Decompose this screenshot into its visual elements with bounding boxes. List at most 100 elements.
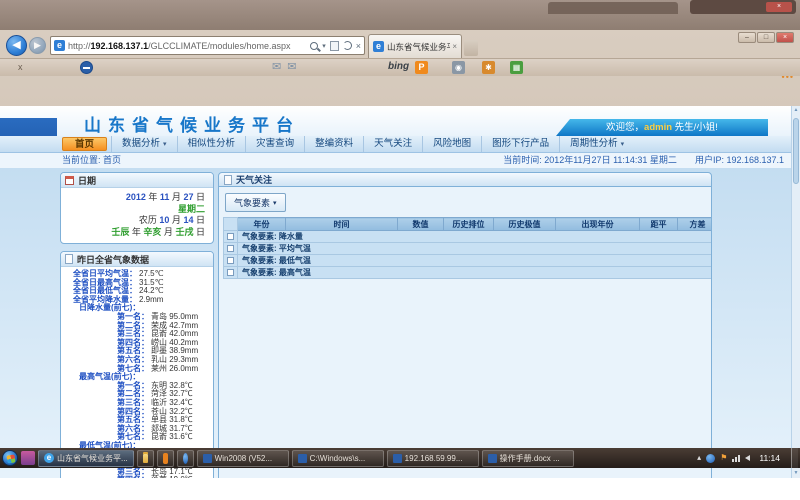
panel-title: 天气关注 — [236, 173, 272, 186]
bing-logo[interactable]: bing — [388, 61, 409, 72]
folder-icon — [143, 454, 148, 463]
taskbar-task-button[interactable]: Win2008 (V52... — [197, 450, 289, 467]
group-label: 气象要素: 最高气温 — [238, 267, 713, 279]
calendar-panel: 日期 2012 年 11 月 27 日 星期二 农历 10 月 14 日 — [60, 172, 214, 244]
background-close-button: × — [766, 2, 792, 12]
taskbar-task-button[interactable]: C:\Windows\s... — [292, 450, 384, 467]
task-app-icon — [393, 454, 402, 463]
nav-item[interactable]: 数据分析▾ — [111, 136, 177, 152]
nav-item[interactable]: 图形下行产品▾ — [481, 136, 559, 152]
group-label: 气象要素: 平均气温 — [238, 243, 713, 255]
tab-close-icon[interactable]: × — [452, 42, 457, 51]
compatibility-view-icon[interactable] — [330, 41, 339, 51]
table-group-row: 气象要素: 降水量 — [224, 231, 713, 243]
group-label: 气象要素: 最低气温 — [238, 255, 713, 267]
nav-item[interactable]: 首页▾ — [62, 137, 107, 151]
weather-watch-table: 年份 时间 数值 历史排位 历史极值 出现年份 距平 方差 — [223, 217, 712, 279]
refresh-icon[interactable] — [343, 41, 352, 50]
group-checkbox[interactable] — [227, 245, 234, 252]
task-app-icon — [488, 454, 497, 463]
tray-update-icon[interactable] — [706, 454, 715, 463]
stop-icon[interactable]: × — [356, 41, 361, 51]
forward-button[interactable]: ▶ — [29, 37, 46, 54]
toolbar-close-button[interactable]: x — [18, 62, 23, 72]
element-selector-button[interactable]: 气象要素▾ — [225, 193, 286, 212]
nav-item[interactable]: 天气关注▾ — [363, 136, 422, 152]
table-group-row: 气象要素: 最高气温 — [224, 267, 713, 279]
show-hidden-icons[interactable]: ▴ — [697, 453, 701, 463]
task-app-icon — [298, 454, 307, 463]
taskbar-ie-task[interactable]: e 山东省气候业务平... — [38, 450, 134, 467]
taskbar-app-button[interactable] — [157, 450, 174, 467]
taskbar-explorer-button[interactable] — [137, 450, 154, 467]
mail-icons[interactable]: ✉✉ — [272, 60, 302, 73]
camera-icon[interactable]: ◉ — [452, 61, 465, 74]
scrollbar-thumb[interactable] — [793, 118, 799, 184]
lunar-date: 农历 10 月 14 日 — [65, 215, 205, 227]
search-icon[interactable] — [310, 42, 318, 50]
weather-data-panel: 昨日全省气象数据 全省日平均气温：27.5℃全省日最高气温：31.5℃全省日最低… — [60, 251, 214, 478]
column-header: 数值 — [398, 218, 444, 231]
bing-search-button[interactable]: P — [415, 61, 428, 74]
group-checkbox[interactable] — [227, 269, 234, 276]
taskbar-clock[interactable]: 11:14 — [755, 453, 784, 463]
nav-item[interactable]: 灾害查询▾ — [245, 136, 304, 152]
status-bar: 当前位置: 首页 当前时间: 2012年11月27日 11:14:31 星期二 … — [0, 153, 800, 168]
tab-title: 山东省气候业务平... — [387, 41, 450, 53]
desktop-background: × — [0, 0, 800, 32]
column-header: 历史排位 — [444, 218, 494, 231]
orange-app-icon — [163, 453, 168, 464]
weekday: 星期二 — [65, 204, 205, 216]
column-header: 方差 — [678, 218, 713, 231]
address-dropdown-icon[interactable]: ▾ — [322, 42, 326, 50]
browser-tab[interactable]: e 山东省气候业务平... × — [368, 34, 462, 58]
address-bar[interactable]: e http://192.168.137.1/GLCCLIMATE/module… — [50, 36, 365, 55]
column-header: 出现年份 — [556, 218, 640, 231]
gregorian-date: 2012 年 11 月 27 日 — [65, 192, 205, 204]
nav-item[interactable]: 周期性分析▾ — [559, 136, 634, 152]
page-title: 山东省气候业务平台 — [84, 111, 300, 136]
show-desktop-button[interactable] — [791, 448, 798, 468]
scroll-up-icon[interactable]: ▲ — [792, 106, 800, 115]
sidebar: 日期 2012 年 11 月 27 日 星期二 农历 10 月 14 日 — [60, 172, 214, 478]
breadcrumb: 当前位置: 首页 — [62, 153, 121, 168]
nav-caret-icon: ▾ — [163, 141, 167, 148]
panel-icon — [224, 175, 232, 185]
group-checkbox[interactable] — [227, 233, 234, 240]
new-tab-button[interactable] — [464, 40, 478, 56]
browser-window: – □ × ◀ ▶ e http://192.168.137.1/GLCCLIM… — [0, 30, 800, 448]
taskbar-task-button[interactable]: 192.168.59.99... — [387, 450, 479, 467]
column-header: 距平 — [640, 218, 678, 231]
taskbar-media-button[interactable] — [177, 450, 194, 467]
table-group-row: 气象要素: 平均气温 — [224, 243, 713, 255]
taskbar-task-button[interactable]: 操作手册.docx ... — [482, 450, 574, 467]
scroll-down-icon[interactable]: ▼ — [792, 469, 800, 478]
task-app-icon — [203, 454, 212, 463]
column-header: 年份 — [238, 218, 286, 231]
weather-panel-title: 昨日全省气象数据 — [77, 253, 149, 266]
speaker-icon[interactable] — [745, 455, 750, 461]
toolbar-logo-icon[interactable] — [80, 61, 93, 74]
main-navigation: 首页▾ 数据分析▾ 相似性分析▾ 灾害查询▾ 整编资料▾ — [0, 136, 800, 153]
nav-item[interactable]: 风险地图▾ — [422, 136, 481, 152]
nav-item[interactable]: 相似性分析▾ — [177, 136, 246, 152]
group-checkbox[interactable] — [227, 257, 234, 264]
browser-navigation-bar: ◀ ▶ e http://192.168.137.1/GLCCLIMATE/mo… — [0, 32, 800, 58]
plugin-grid-icon[interactable]: ▦ — [510, 61, 523, 74]
group-label: 气象要素: 降水量 — [238, 231, 713, 243]
start-button[interactable] — [2, 450, 18, 466]
tab-favicon: e — [373, 41, 384, 52]
network-icon[interactable] — [732, 455, 740, 462]
url-path: /GLCCLIMATE/modules/home.aspx — [148, 41, 290, 51]
quick-launch-icon[interactable] — [21, 451, 35, 465]
vertical-scrollbar[interactable]: ▲ ▼ — [791, 106, 800, 478]
dropdown-caret-icon: ▾ — [273, 199, 277, 207]
blue-app-icon — [183, 453, 188, 464]
nav-item[interactable]: 整编资料▾ — [304, 136, 363, 152]
tray-flag-icon[interactable]: ⚑ — [720, 453, 727, 463]
tmin-rank-line: 第四名：蓬莱 19.0℃ — [65, 476, 209, 478]
taskbar: e 山东省气候业务平... Win2008 (V52... C:\Windows… — [0, 448, 800, 468]
paw-icon[interactable]: ✱ — [482, 61, 495, 74]
back-button[interactable]: ◀ — [6, 35, 27, 56]
table-header-row: 年份 时间 数值 历史排位 历史极值 出现年份 距平 方差 — [224, 218, 713, 231]
